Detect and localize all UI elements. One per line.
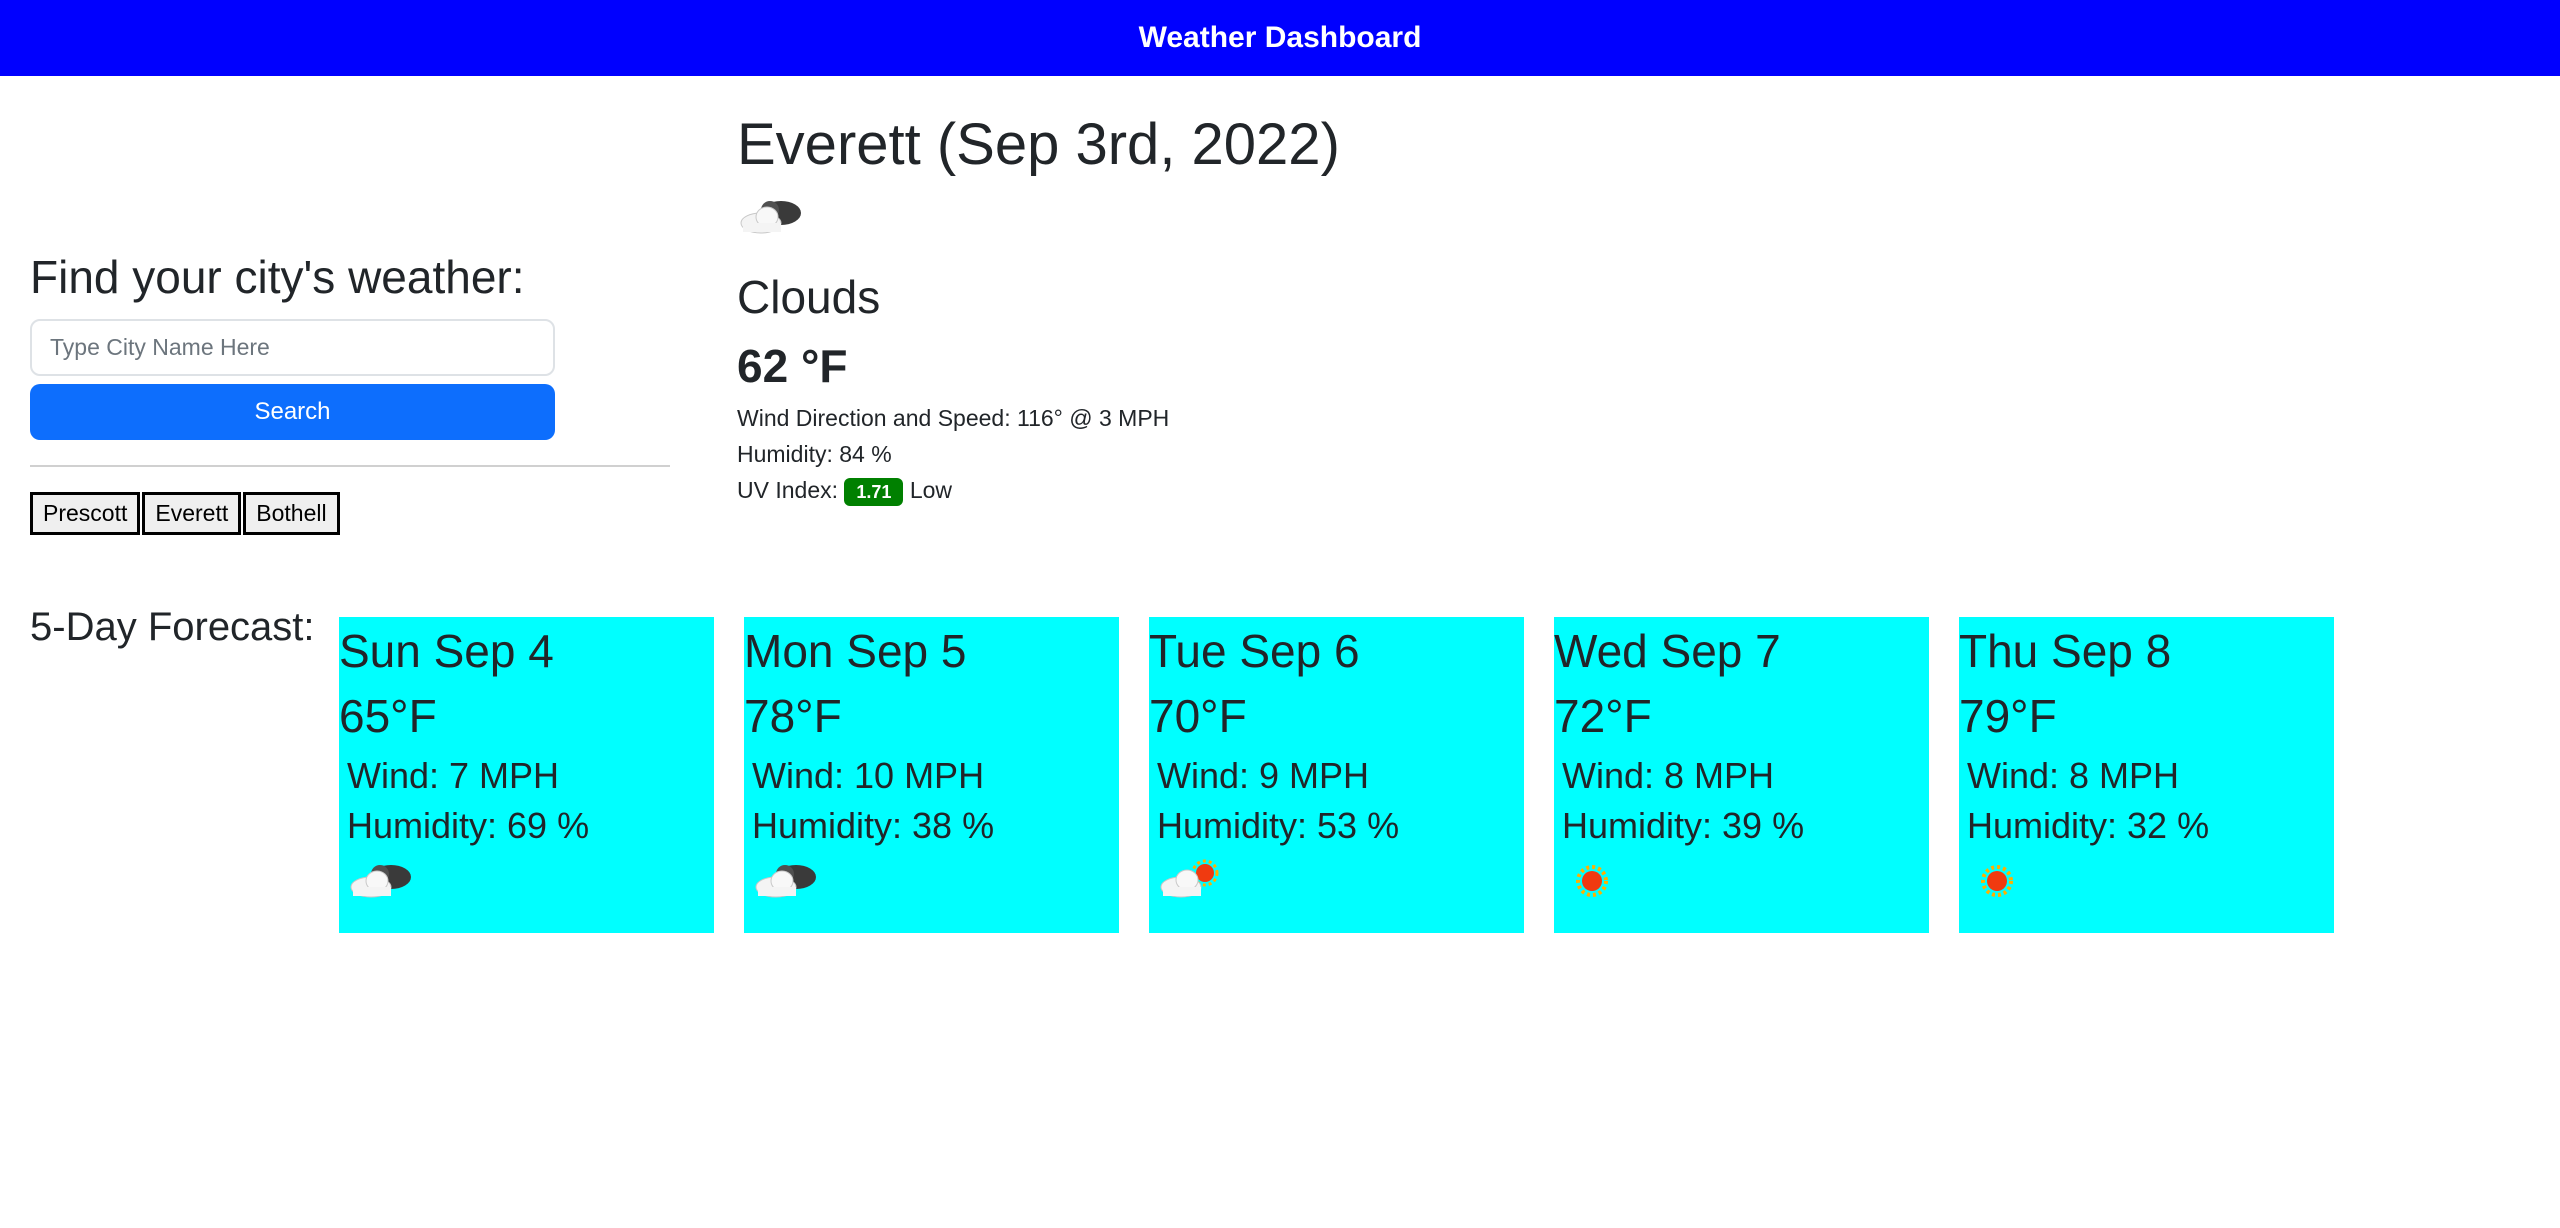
forecast-temp-value: 79 [1959, 690, 2011, 742]
forecast-date: Wed Sep 7 [1554, 625, 1781, 677]
sun-icon [1562, 857, 1632, 901]
forecast-temp-unit: °F [1605, 690, 1652, 742]
forecast-temp-unit: °F [390, 690, 437, 742]
forecast-date: Mon Sep 5 [744, 625, 967, 677]
uv-level: Low [909, 476, 953, 503]
forecast-temp-value: 78 [744, 690, 796, 742]
forecast-wind: Wind: 8 MPH [1562, 755, 1775, 796]
current-weather: Everett (Sep 3rd, 2022) Clouds 62 °F Win… [737, 110, 1340, 508]
uv-badge: 1.71 [844, 477, 904, 506]
forecast-wind: Wind: 10 MPH [752, 755, 985, 796]
clouds-icon [752, 857, 822, 901]
forecast-humidity: Humidity: 69 % [347, 805, 590, 846]
uv-label: UV Index: [737, 476, 838, 503]
clouds-icon [737, 190, 807, 240]
forecast-temp: 79°F [1959, 681, 2334, 751]
history-button-everett[interactable]: Everett [142, 492, 242, 536]
forecast-wind: Wind: 9 MPH [1157, 755, 1370, 796]
forecast-humidity: Humidity: 38 % [752, 805, 995, 846]
app-title: Weather Dashboard [1138, 21, 1422, 54]
forecast-temp-unit: °F [2010, 690, 2057, 742]
history-button-prescott[interactable]: Prescott [30, 492, 141, 536]
forecast-date: Thu Sep 8 [1959, 625, 2172, 677]
city-search-input[interactable]: Type City Name Here [30, 319, 555, 377]
forecast-temp: 70°F [1149, 681, 1524, 751]
forecast-temp-unit: °F [1200, 690, 1247, 742]
forecast-card: Sun Sep 4 65°F Wind: 7 MPH Humidity: 69 … [339, 617, 714, 933]
condition-label: Clouds [737, 270, 881, 323]
forecast-temp: 72°F [1554, 681, 1929, 751]
forecast-temp: 78°F [744, 681, 1119, 751]
forecast-card: Thu Sep 8 79°F Wind: 8 MPH Humidity: 32 … [1959, 617, 2334, 933]
divider [30, 465, 670, 468]
wind-info: Wind Direction and Speed: 116° @ 3 MPH [737, 404, 1170, 431]
forecast-wind: Wind: 7 MPH [347, 755, 560, 796]
forecast-card: Wed Sep 7 72°F Wind: 8 MPH Humidity: 39 … [1554, 617, 1929, 933]
partly-cloudy-icon [1157, 857, 1227, 901]
search-button[interactable]: Search [30, 384, 555, 441]
app-header: Weather Dashboard [0, 0, 2560, 76]
forecast-temp-value: 72 [1554, 690, 1606, 742]
current-temperature: 62 °F [737, 339, 848, 392]
forecast-card: Tue Sep 6 70°F Wind: 9 MPH Humidity: 53 … [1149, 617, 1524, 933]
city-title: Everett (Sep 3rd, 2022) [737, 112, 1340, 177]
search-panel: Find your city's weather: Type City Name… [30, 250, 670, 536]
forecast-humidity: Humidity: 53 % [1157, 805, 1400, 846]
search-placeholder: Type City Name Here [50, 334, 270, 361]
forecast-card: Mon Sep 5 78°F Wind: 10 MPH Humidity: 38… [744, 617, 1119, 933]
humidity-info: Humidity: 84 % [737, 440, 892, 467]
search-heading: Find your city's weather: [30, 251, 525, 303]
uv-info: UV Index: 1.71 Low [737, 472, 1340, 508]
forecast-wind: Wind: 8 MPH [1967, 755, 2180, 796]
forecast-temp-value: 65 [339, 690, 391, 742]
search-history: Prescott Everett Bothell [30, 492, 670, 536]
forecast-temp: 65°F [339, 681, 714, 751]
sun-icon [1967, 857, 2037, 901]
forecast-temp-unit: °F [795, 690, 842, 742]
forecast-date: Tue Sep 6 [1149, 625, 1360, 677]
clouds-icon [347, 857, 417, 901]
forecast-heading: 5-Day Forecast: [30, 605, 315, 649]
forecast-humidity: Humidity: 39 % [1562, 805, 1805, 846]
forecast-temp-value: 70 [1149, 690, 1201, 742]
forecast-humidity: Humidity: 32 % [1967, 805, 2210, 846]
forecast-date: Sun Sep 4 [339, 625, 554, 677]
history-button-bothell[interactable]: Bothell [243, 492, 340, 536]
